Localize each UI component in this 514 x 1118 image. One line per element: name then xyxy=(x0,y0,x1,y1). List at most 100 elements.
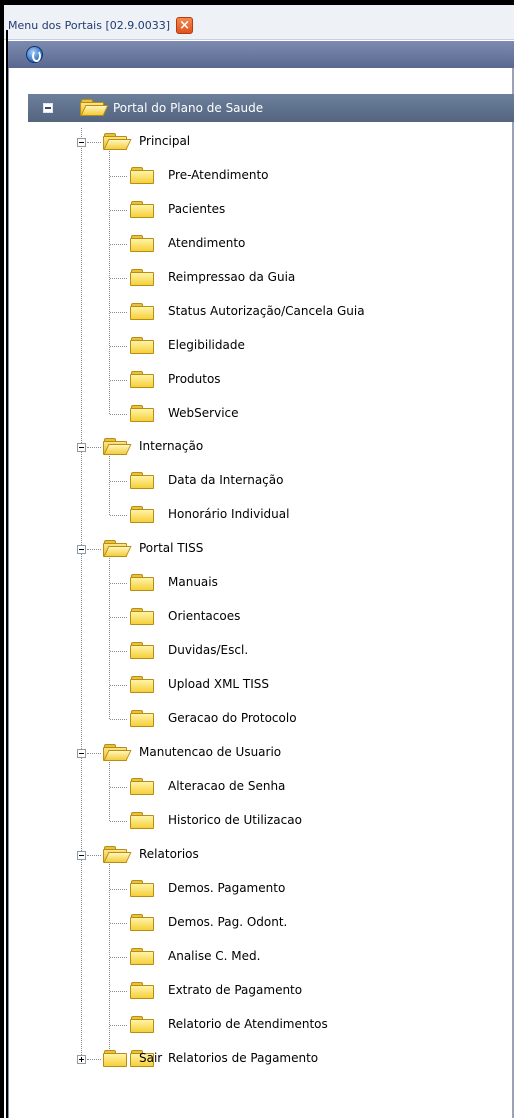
tree-item-label[interactable]: Status Autorização/Cancela Guia xyxy=(168,304,365,318)
tree-connector-line xyxy=(110,380,127,381)
tree-group-label[interactable]: Portal TISS xyxy=(139,541,203,555)
folder-icon xyxy=(130,1016,154,1033)
tree-root-label: Portal do Plano de Saude xyxy=(113,101,264,115)
tree-branch-line xyxy=(109,864,110,1059)
tree-connector-line xyxy=(110,787,127,788)
tree-connector-line xyxy=(110,414,127,415)
folder-icon xyxy=(130,608,154,625)
folder-icon xyxy=(130,574,154,591)
tree-item-label[interactable]: Manuais xyxy=(168,575,218,589)
tree-connector-line xyxy=(110,957,127,958)
window-frame-left xyxy=(0,0,4,1118)
tree-connector-line xyxy=(110,889,127,890)
collapse-icon[interactable] xyxy=(77,545,86,554)
tree-branch-line xyxy=(109,151,110,414)
tree-connector-line xyxy=(110,278,127,279)
folder-open-icon xyxy=(80,99,109,116)
tree-item-label[interactable]: Historico de Utilizacao xyxy=(168,813,302,827)
tree-item-label[interactable]: Produtos xyxy=(168,372,221,386)
tree-connector-line xyxy=(110,210,127,211)
folder-icon xyxy=(130,472,154,489)
tab-strip: Menu dos Portais [02.9.0033] × xyxy=(4,5,514,40)
tree-connector-line xyxy=(110,923,127,924)
folder-icon xyxy=(130,506,154,523)
folder-icon xyxy=(130,710,154,727)
folder-icon xyxy=(130,812,154,829)
tree-item-label[interactable]: Pacientes xyxy=(168,202,225,216)
collapse-icon[interactable] xyxy=(43,103,53,113)
folder-icon xyxy=(130,982,154,999)
expand-icon[interactable] xyxy=(77,1055,86,1064)
tree-connector-line xyxy=(87,753,101,754)
tree-item-label[interactable]: Duvidas/Escl. xyxy=(168,643,248,657)
tree-item-label[interactable]: Reimpressao da Guia xyxy=(168,270,295,284)
tree-connector-line xyxy=(110,346,127,347)
folder-open-icon xyxy=(103,846,132,863)
folder-icon xyxy=(130,405,154,422)
collapse-icon[interactable] xyxy=(77,851,86,860)
app-logo-icon[interactable] xyxy=(26,46,43,63)
folder-icon xyxy=(130,880,154,897)
tree-group-label[interactable]: Manutencao de Usuario xyxy=(139,745,281,759)
tree-connector-line xyxy=(110,244,127,245)
tree-item-label[interactable]: Relatorio de Atendimentos xyxy=(168,1017,328,1031)
tree-item-label[interactable]: Demos. Pag. Odont. xyxy=(168,915,287,929)
tree-item-label[interactable]: Atendimento xyxy=(168,236,245,250)
tree-connector-line xyxy=(110,617,127,618)
tree-connector-line xyxy=(87,447,101,448)
tree-group-label[interactable]: Relatorios xyxy=(139,847,199,861)
folder-icon xyxy=(130,676,154,693)
tree-panel xyxy=(8,68,514,1118)
folder-icon xyxy=(130,303,154,320)
tab-title: Menu dos Portais [02.9.0033] xyxy=(8,18,171,32)
tree-item-label[interactable]: Alteracao de Senha xyxy=(168,779,285,793)
tree-item-label[interactable]: Honorário Individual xyxy=(168,507,289,521)
tree-item-label[interactable]: WebService xyxy=(168,406,239,420)
tree-group-label[interactable]: Principal xyxy=(139,134,190,148)
folder-icon xyxy=(130,371,154,388)
folder-icon xyxy=(130,201,154,218)
tree-item-label[interactable]: Data da Internação xyxy=(168,473,283,487)
folder-icon xyxy=(130,914,154,931)
tree-connector-line xyxy=(110,312,127,313)
folder-open-icon xyxy=(103,438,132,455)
folder-icon xyxy=(130,642,154,659)
tree-item-label[interactable]: Upload XML TISS xyxy=(168,677,269,691)
folder-open-icon xyxy=(103,133,132,150)
tree-connector-line xyxy=(110,583,127,584)
collapse-icon[interactable] xyxy=(77,443,86,452)
tree-connector-line xyxy=(110,821,127,822)
tree-connector-line xyxy=(87,855,101,856)
tree-connector-line xyxy=(110,651,127,652)
folder-open-icon xyxy=(103,540,132,557)
tree-connector-line xyxy=(87,1059,101,1060)
tree-branch-line xyxy=(109,762,110,821)
tree-item-label[interactable]: Pre-Atendimento xyxy=(168,168,269,182)
tree-group-label[interactable]: Sair xyxy=(139,1051,162,1065)
folder-icon xyxy=(130,235,154,252)
folder-icon xyxy=(130,337,154,354)
tree-connector-line xyxy=(110,719,127,720)
tree-item-label[interactable]: Orientacoes xyxy=(168,609,240,623)
tree-connector-line xyxy=(110,991,127,992)
tree-connector-line xyxy=(87,142,101,143)
folder-icon xyxy=(130,167,154,184)
collapse-icon[interactable] xyxy=(77,749,86,758)
tab-menu-dos-portais[interactable]: Menu dos Portais [02.9.0033] × xyxy=(8,14,194,36)
folder-open-icon xyxy=(103,744,132,761)
tree-item-label[interactable]: Relatorios de Pagamento xyxy=(168,1051,318,1065)
tree-item-label[interactable]: Extrato de Pagamento xyxy=(168,983,302,997)
close-icon[interactable]: × xyxy=(176,16,194,34)
collapse-icon[interactable] xyxy=(77,138,86,147)
tree-item-label[interactable]: Analise C. Med. xyxy=(168,949,260,963)
tree-connector-line xyxy=(110,515,127,516)
folder-icon xyxy=(130,778,154,795)
tree-group-label[interactable]: Internação xyxy=(139,439,203,453)
tree-item-label[interactable]: Geracao do Protocolo xyxy=(168,711,297,725)
tree-item-label[interactable]: Demos. Pagamento xyxy=(168,881,285,895)
folder-icon xyxy=(103,1050,127,1067)
tree-item-label[interactable]: Elegibilidade xyxy=(168,338,245,352)
header-bar xyxy=(8,41,514,68)
tree-connector-line xyxy=(110,481,127,482)
folder-icon xyxy=(130,269,154,286)
